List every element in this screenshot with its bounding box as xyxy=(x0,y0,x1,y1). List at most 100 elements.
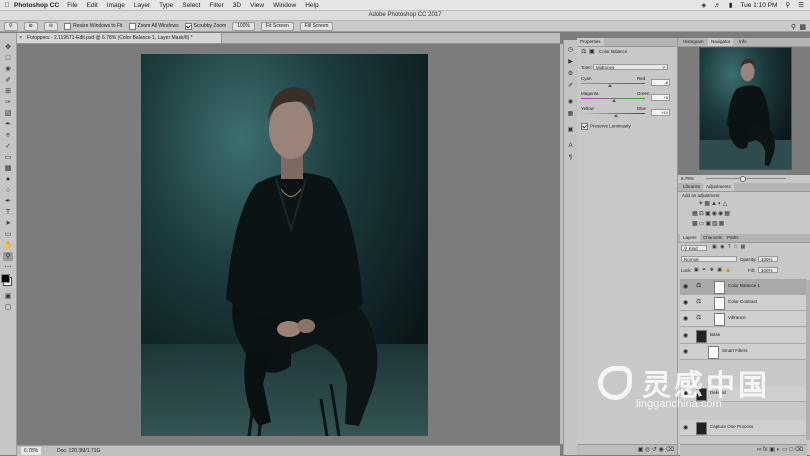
document-tab[interactable]: × Fotoppers - 2.119571-Edit.psd @ 6.78% … xyxy=(17,33,222,43)
document-image[interactable] xyxy=(141,54,428,436)
eyedropper-tool-icon[interactable]: ✑ xyxy=(3,98,13,107)
tab-navigator[interactable]: Navigator xyxy=(708,38,734,46)
slider-value-field[interactable]: -8 xyxy=(651,79,670,86)
quick-select-tool-icon[interactable]: ✐ xyxy=(3,76,13,85)
type-tool-icon[interactable]: T xyxy=(3,208,13,217)
add-mask-icon[interactable]: ▣ xyxy=(769,447,775,453)
adjustment-icons-row-2[interactable]: ▦⚖▣◉◉▦ xyxy=(692,210,731,217)
layer-row[interactable]: ◉ Base xyxy=(680,328,807,344)
slider-track[interactable] xyxy=(581,113,645,114)
blur-tool-icon[interactable]: ● xyxy=(3,175,13,184)
eye-icon[interactable]: ◉ xyxy=(683,332,688,339)
eye-icon[interactable]: ◉ xyxy=(683,348,688,355)
navigator-thumbnail[interactable] xyxy=(699,47,792,170)
clock[interactable]: Tue 1:10 PM xyxy=(740,2,777,9)
lock-icons[interactable]: ▣ ✒ ✥ ▣ 🔒 xyxy=(694,267,733,273)
layer-row[interactable]: ◉ ⚖ Vibrance xyxy=(680,311,807,327)
color-panel-icon[interactable]: ◉ xyxy=(566,98,575,106)
layer-row[interactable]: ◉ ⚖ Color Contrast xyxy=(680,295,807,311)
zoom-all-checkbox[interactable]: Zoom All Windows xyxy=(128,22,179,30)
layer-row[interactable]: ◉ ⚖ Color Balance 1 xyxy=(680,279,807,295)
search-icon[interactable]: ⚲ xyxy=(791,23,796,31)
paragraph-panel-icon[interactable]: ¶ xyxy=(566,154,575,162)
layer-mask-thumbnail[interactable] xyxy=(714,297,725,310)
eye-icon[interactable]: ◉ xyxy=(683,299,688,306)
tab-histogram[interactable]: Histogram xyxy=(680,38,707,46)
tab-paths[interactable]: Paths xyxy=(724,234,742,242)
fit-screen-button[interactable]: Fit Screen xyxy=(260,21,294,31)
tab-adjustments[interactable]: Adjustments xyxy=(703,183,734,191)
blend-mode-select[interactable]: Normal xyxy=(681,256,737,262)
delete-layer-icon[interactable]: ⌫ xyxy=(795,447,803,453)
volume-icon[interactable]: ♬ xyxy=(714,2,721,9)
path-selection-tool-icon[interactable]: ➤ xyxy=(3,219,13,228)
slider-handle[interactable] xyxy=(608,84,613,87)
history-brush-tool-icon[interactable]: ✓ xyxy=(3,142,13,151)
rectangle-tool-icon[interactable]: ▭ xyxy=(3,230,13,239)
menu-edit[interactable]: Edit xyxy=(87,2,98,9)
brush-tool-icon[interactable]: ✒ xyxy=(3,120,13,129)
brush-settings-icon[interactable]: ✐ xyxy=(566,82,575,90)
zoom-out-icon[interactable]: ⊖ xyxy=(43,21,59,31)
eye-icon[interactable]: ◉ xyxy=(683,424,688,431)
layer-thumbnail[interactable] xyxy=(696,330,707,343)
layer-row[interactable]: ◉ Capture One Process xyxy=(680,420,807,436)
reset-icon[interactable]: ↺ xyxy=(652,447,657,453)
close-icon[interactable]: × xyxy=(19,33,22,43)
layer-row[interactable]: ◉ Smart Filters xyxy=(680,344,807,360)
zoom-tool-preset-icon[interactable]: ⚲ xyxy=(4,21,18,31)
foreground-color-swatch[interactable] xyxy=(1,274,10,283)
menu-file[interactable]: File xyxy=(67,2,77,9)
tab-info[interactable]: Info xyxy=(736,38,750,46)
eye-icon[interactable]: ◉ xyxy=(683,283,688,290)
zoom-in-icon[interactable]: ⊕ xyxy=(23,21,38,31)
layer-filter-icons[interactable]: ▣ ◉ T □ ▦ xyxy=(712,244,746,250)
slider-handle[interactable] xyxy=(612,99,617,102)
navigator-zoom-handle[interactable] xyxy=(740,176,746,182)
menu-select[interactable]: Select xyxy=(182,2,200,9)
marquee-tool-icon[interactable]: □ xyxy=(3,54,13,63)
layer-style-icon[interactable]: fx xyxy=(763,447,768,453)
menu-image[interactable]: Image xyxy=(107,2,125,9)
zoom-level-field[interactable]: 6.78% xyxy=(21,447,42,455)
workspace-switcher-icon[interactable]: ▦ xyxy=(799,23,806,31)
fill-field[interactable]: 100% xyxy=(758,267,778,273)
lasso-tool-icon[interactable]: ❀ xyxy=(3,65,13,74)
navigator-zoom-slider[interactable] xyxy=(706,178,786,179)
slider-handle[interactable] xyxy=(614,114,619,117)
clip-to-layer-icon[interactable]: ▣ xyxy=(638,447,644,453)
clone-stamp-tool-icon[interactable]: ⍟ xyxy=(3,131,13,140)
tab-libraries[interactable]: Libraries xyxy=(680,183,703,191)
crop-tool-icon[interactable]: ⊞ xyxy=(3,87,13,96)
fill-screen-button[interactable]: Fill Screen xyxy=(299,21,334,31)
view-previous-icon[interactable]: ◎ xyxy=(645,447,650,453)
smart-filter-mask-thumbnail[interactable] xyxy=(708,346,719,359)
menu-type[interactable]: Type xyxy=(159,2,173,9)
layer-filter-select[interactable]: ⚲ Kind xyxy=(681,245,707,251)
new-group-icon[interactable]: ▭ xyxy=(782,447,788,453)
menu-help[interactable]: Help xyxy=(305,2,318,9)
screen-mode-icon[interactable]: ▢ xyxy=(3,303,13,312)
hand-tool-icon[interactable]: ✋ xyxy=(3,241,13,250)
opacity-field[interactable]: 100% xyxy=(758,256,778,262)
spotlight-search-icon[interactable]: ⚲ xyxy=(785,1,790,9)
eye-icon[interactable]: ◉ xyxy=(683,315,688,322)
zoom-tool-icon[interactable]: ⚲ xyxy=(3,252,13,261)
layer-mask-icon[interactable]: ▣ xyxy=(589,48,595,55)
menu-layer[interactable]: Layer xyxy=(134,2,150,9)
adjust-panel-icon[interactable]: ⚙ xyxy=(566,70,575,78)
preserve-luminosity-checkbox[interactable]: Preserve Luminosity xyxy=(581,123,631,130)
slider-value-field[interactable]: +10 xyxy=(651,109,670,116)
pen-tool-icon[interactable]: ✒ xyxy=(3,197,13,206)
scrubby-zoom-checkbox[interactable]: Scrubby Zoom xyxy=(184,22,226,30)
app-menu[interactable]: Photoshop CC xyxy=(14,2,59,9)
slider-track[interactable] xyxy=(581,83,645,84)
tone-select[interactable]: Midtones ˅ xyxy=(593,64,668,70)
adjustment-icons-row-3[interactable]: ▩▭▣▧▦ xyxy=(692,220,725,227)
layers-scrollbar[interactable] xyxy=(806,280,810,440)
tab-layers[interactable]: Layers xyxy=(680,234,700,242)
quick-mask-icon[interactable]: ▣ xyxy=(3,292,13,301)
dodge-tool-icon[interactable]: ○ xyxy=(3,186,13,195)
apple-menu-icon[interactable]:  xyxy=(0,2,14,9)
healing-brush-tool-icon[interactable]: ▧ xyxy=(3,109,13,118)
